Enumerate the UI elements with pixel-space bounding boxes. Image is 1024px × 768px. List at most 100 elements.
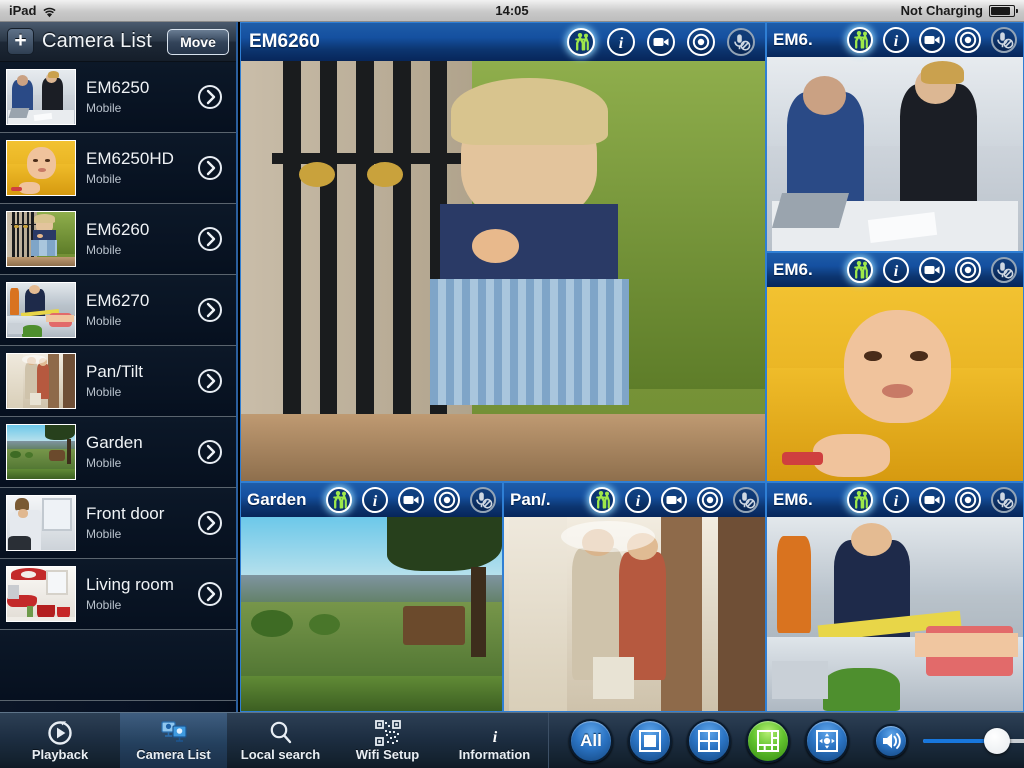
camera-meta: EM6260 Mobile [86, 220, 188, 258]
tab-camera-list[interactable]: Camera List [120, 713, 227, 768]
chevron-right-icon[interactable] [198, 440, 222, 464]
view-controls[interactable]: All [549, 713, 1024, 768]
all-channels-button[interactable]: All [569, 718, 613, 763]
info-icon[interactable]: i [607, 28, 635, 56]
camera-tile-actions[interactable]: i [847, 257, 1017, 283]
info-icon[interactable]: i [625, 487, 651, 513]
motion-detect-icon[interactable] [567, 28, 595, 56]
camera-tile-title: EM6260 [249, 31, 320, 52]
camera-name: EM6270 [86, 291, 150, 310]
camera-list-sidebar: + Camera List Move EM6250 Mobile EM6250HD M… [0, 22, 238, 712]
camera-tile-actions[interactable]: i [589, 487, 759, 513]
camera-tile-actions[interactable]: i [326, 487, 496, 513]
camera-tile[interactable]: EM6. i [766, 252, 1024, 482]
snapshot-icon[interactable] [687, 28, 715, 56]
volume-slider[interactable] [923, 724, 1024, 758]
layout-2x2-icon[interactable] [687, 718, 731, 763]
video-record-icon[interactable] [647, 28, 675, 56]
camera-thumbnail [6, 211, 76, 267]
camera-tile-header: EM6. i [767, 253, 1023, 287]
chevron-right-icon[interactable] [198, 511, 222, 535]
chevron-right-icon[interactable] [198, 156, 222, 180]
camera-list-item[interactable]: Garden Mobile [0, 417, 236, 488]
camera-video-feed[interactable] [241, 61, 765, 481]
layout-1x1-icon[interactable] [628, 718, 672, 763]
camera-tile-actions[interactable]: i [567, 28, 755, 56]
status-clock: 14:05 [495, 3, 529, 18]
snapshot-icon[interactable] [955, 27, 981, 53]
camera-tile-actions[interactable]: i [847, 27, 1017, 53]
svg-text:i: i [492, 729, 497, 746]
bottom-toolbar: Playback Camera List Local search Wifi Setu… [0, 712, 1024, 768]
video-record-icon[interactable] [661, 487, 687, 513]
camera-tile-actions[interactable]: i [847, 487, 1017, 513]
layout-1plus5-icon[interactable] [746, 718, 790, 763]
sidebar-header: + Camera List Move [0, 22, 236, 62]
camera-video-feed[interactable] [504, 517, 765, 711]
camera-name: Pan/Tilt [86, 362, 144, 381]
pan-tilt-icon[interactable] [805, 718, 849, 763]
camera-thumbnail [6, 69, 76, 125]
tab-label: Wifi Setup [355, 746, 420, 762]
snapshot-icon[interactable] [955, 487, 981, 513]
info-icon[interactable]: i [883, 257, 909, 283]
camera-tile-header: EM6. i [767, 483, 1023, 517]
motion-detect-icon[interactable] [847, 487, 873, 513]
snapshot-icon[interactable] [697, 487, 723, 513]
tab-information[interactable]: i Information [441, 713, 548, 768]
camera-list[interactable]: EM6250 Mobile EM6250HD Mobile EM6260 Mobile EM… [0, 62, 236, 701]
video-record-icon[interactable] [919, 257, 945, 283]
camera-tile-title: EM6. [773, 490, 813, 509]
camera-video-feed[interactable] [767, 517, 1023, 711]
microphone-muted-icon[interactable] [991, 257, 1017, 283]
move-button[interactable]: Move [167, 28, 229, 55]
motion-detect-icon[interactable] [847, 257, 873, 283]
camera-list-item[interactable]: Pan/Tilt Mobile [0, 346, 236, 417]
chevron-right-icon[interactable] [198, 582, 222, 606]
microphone-muted-icon[interactable] [733, 487, 759, 513]
volume-slider-knob[interactable] [984, 727, 1011, 754]
tab-playback[interactable]: Playback [0, 713, 120, 768]
motion-detect-icon[interactable] [326, 487, 352, 513]
camera-list-item[interactable]: EM6270 Mobile [0, 275, 236, 346]
camera-tile[interactable]: EM6. i [766, 22, 1024, 252]
camera-video-feed[interactable] [767, 287, 1023, 481]
camera-tile[interactable]: EM6260 i [240, 22, 766, 482]
microphone-muted-icon[interactable] [470, 487, 496, 513]
chevron-right-icon[interactable] [198, 369, 222, 393]
tab-local-search[interactable]: Local search [227, 713, 334, 768]
chevron-right-icon[interactable] [198, 298, 222, 322]
camera-video-feed[interactable] [767, 57, 1023, 251]
camera-thumbnail [6, 495, 76, 551]
speaker-icon[interactable] [874, 723, 908, 758]
camera-list-item[interactable]: Living room Mobile [0, 559, 236, 630]
info-icon[interactable]: i [362, 487, 388, 513]
camera-list-item[interactable]: EM6250HD Mobile [0, 133, 236, 204]
add-camera-button[interactable]: + [7, 28, 34, 55]
motion-detect-icon[interactable] [589, 487, 615, 513]
info-icon[interactable]: i [883, 27, 909, 53]
camera-list-item[interactable]: EM6260 Mobile [0, 204, 236, 275]
microphone-muted-icon[interactable] [991, 27, 1017, 53]
video-record-icon[interactable] [919, 487, 945, 513]
video-record-icon[interactable] [919, 27, 945, 53]
camera-tile[interactable]: Pan/. i [503, 482, 766, 712]
snapshot-icon[interactable] [434, 487, 460, 513]
camera-subtitle: Mobile [86, 172, 122, 186]
camera-list-item[interactable]: Front door Mobile [0, 488, 236, 559]
tab-wifi-setup[interactable]: Wifi Setup [334, 713, 441, 768]
info-icon[interactable]: i [883, 487, 909, 513]
video-record-icon[interactable] [398, 487, 424, 513]
snapshot-icon[interactable] [955, 257, 981, 283]
microphone-muted-icon[interactable] [727, 28, 755, 56]
camera-subtitle: Mobile [86, 243, 122, 257]
camera-tile[interactable]: Garden i [240, 482, 503, 712]
chevron-right-icon[interactable] [198, 227, 222, 251]
motion-detect-icon[interactable] [847, 27, 873, 53]
chevron-right-icon[interactable] [198, 85, 222, 109]
camera-list-item[interactable]: EM6250 Mobile [0, 62, 236, 133]
camera-video-feed[interactable] [241, 517, 502, 711]
tab-bar[interactable]: Playback Camera List Local search Wifi Setu… [0, 713, 548, 768]
camera-tile[interactable]: EM6. i [766, 482, 1024, 712]
microphone-muted-icon[interactable] [991, 487, 1017, 513]
